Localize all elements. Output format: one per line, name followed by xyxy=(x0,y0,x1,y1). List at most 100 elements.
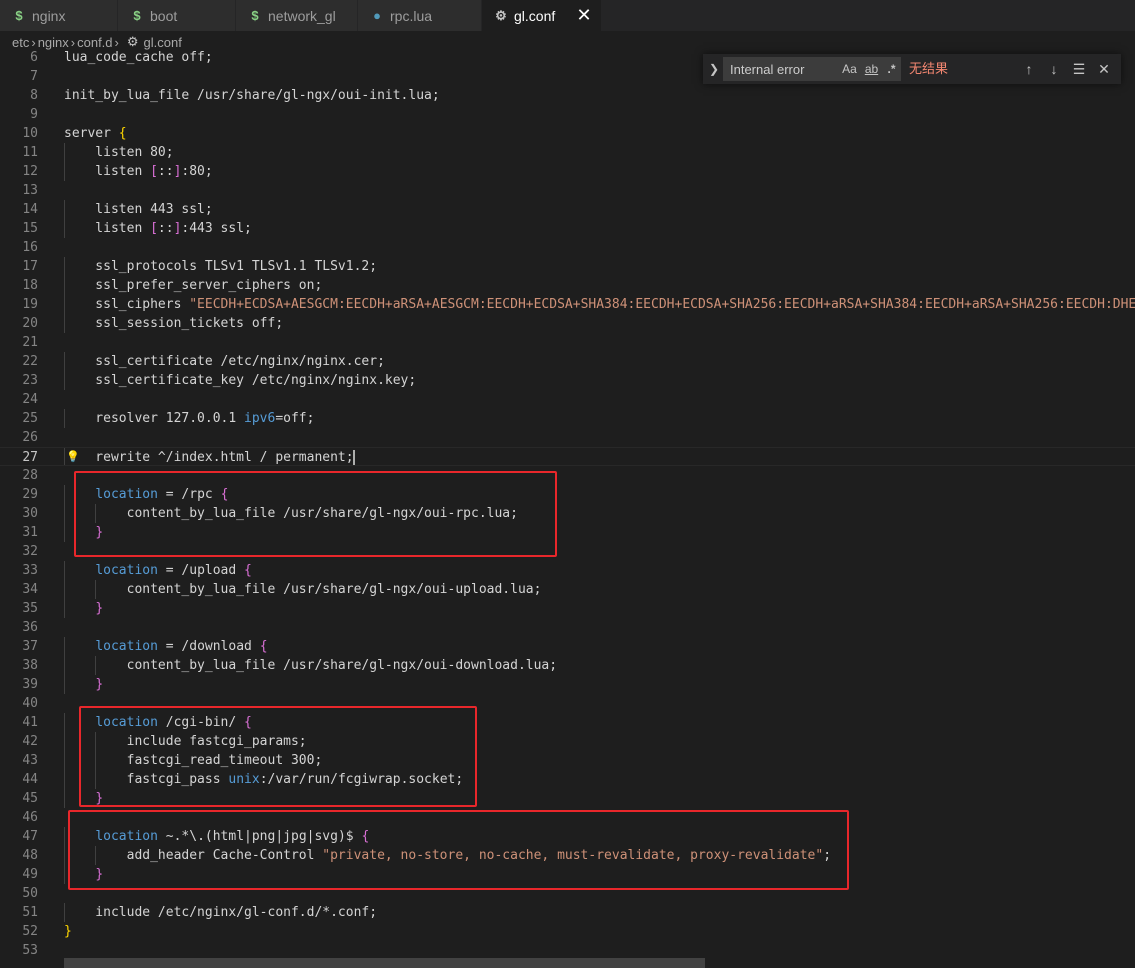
code-line[interactable]: 23 ssl_certificate_key /etc/nginx/nginx.… xyxy=(0,371,1135,390)
line-number: 14 xyxy=(22,202,38,217)
line-number: 24 xyxy=(22,392,38,407)
code-line[interactable]: 25 resolver 127.0.0.1 ipv6=off; xyxy=(0,409,1135,428)
tab-gl-conf[interactable]: ⚙ gl.conf ✕ xyxy=(482,0,602,31)
code-text: location = /upload { xyxy=(95,563,252,578)
chevron-right-icon[interactable]: ❯ xyxy=(708,60,720,78)
code-text: content_by_lua_file /usr/share/gl-ngx/ou… xyxy=(64,582,542,597)
line-number: 12 xyxy=(22,164,38,179)
tab-boot[interactable]: $ boot xyxy=(118,0,236,31)
code-line[interactable]: 38 content_by_lua_file /usr/share/gl-ngx… xyxy=(0,656,1135,675)
lua-icon: ● xyxy=(373,8,381,23)
code-text: ssl_prefer_server_ciphers on; xyxy=(64,278,323,293)
code-text: server { xyxy=(64,126,127,141)
lightbulb-icon[interactable]: 💡 xyxy=(66,448,80,467)
code-line[interactable]: 22 ssl_certificate /etc/nginx/nginx.cer; xyxy=(0,352,1135,371)
line-number: 20 xyxy=(22,316,38,331)
code-text: content_by_lua_file /usr/share/gl-ngx/ou… xyxy=(64,658,558,673)
line-number: 42 xyxy=(22,734,38,749)
highlight-box-cache-control xyxy=(68,810,849,890)
code-line[interactable]: 21 xyxy=(0,333,1135,352)
code-line[interactable]: 52} xyxy=(0,922,1135,941)
line-number: 32 xyxy=(22,544,38,559)
line-number: 43 xyxy=(22,753,38,768)
code-line[interactable]: 37 location = /download { xyxy=(0,637,1135,656)
text-cursor xyxy=(353,450,356,465)
line-number: 11 xyxy=(22,145,38,160)
tab-label: gl.conf xyxy=(514,7,556,24)
code-line[interactable]: 26 xyxy=(0,428,1135,447)
line-number: 7 xyxy=(30,69,38,84)
line-number: 40 xyxy=(22,696,38,711)
code-text: } xyxy=(95,677,104,692)
code-line[interactable]: 14 listen 443 ssl; xyxy=(0,200,1135,219)
line-number: 46 xyxy=(22,810,38,825)
line-number: 53 xyxy=(22,943,38,958)
find-in-selection-icon[interactable]: ☰ xyxy=(1070,59,1088,79)
line-number: 44 xyxy=(22,772,38,787)
line-number: 13 xyxy=(22,183,38,198)
arrow-down-icon[interactable]: ↓ xyxy=(1045,59,1063,79)
tab-label: boot xyxy=(150,7,178,24)
line-number: 21 xyxy=(22,335,38,350)
close-icon[interactable]: ✕ xyxy=(1095,59,1113,79)
code-line[interactable]: 12 listen [::]:80; xyxy=(0,162,1135,181)
whole-word-icon[interactable]: ab xyxy=(863,61,880,77)
code-text: listen [::]:80; xyxy=(64,164,213,179)
line-number: 28 xyxy=(22,468,38,483)
code-line[interactable]: 10 server { xyxy=(0,124,1135,143)
code-line[interactable]: 39 } xyxy=(0,675,1135,694)
code-line[interactable]: 13 xyxy=(0,181,1135,200)
regex-icon[interactable]: .* xyxy=(885,61,898,77)
code-text: location = /download { xyxy=(95,639,268,654)
line-number: 52 xyxy=(22,924,38,939)
line-number: 8 xyxy=(30,88,38,103)
code-text: ssl_ciphers "EECDH+ECDSA+AESGCM:EECDH+aR… xyxy=(64,297,1135,312)
line-number: 22 xyxy=(22,354,38,369)
code-line[interactable]: 15 listen [::]:443 ssl; xyxy=(0,219,1135,238)
code-text: } xyxy=(95,601,104,616)
code-text: lua_code_cache off; xyxy=(64,50,213,65)
code-line[interactable]: 20 ssl_session_tickets off; xyxy=(0,314,1135,333)
find-input[interactable] xyxy=(730,57,838,81)
tab-bar: $ nginx $ boot $ network_gl ● rpc.lua ⚙ … xyxy=(0,0,1135,31)
line-number: 15 xyxy=(22,221,38,236)
code-line[interactable]: 24 xyxy=(0,390,1135,409)
tab-rpc-lua[interactable]: ● rpc.lua xyxy=(358,0,482,31)
line-number: 30 xyxy=(22,506,38,521)
code-line[interactable]: 17 ssl_protocols TLSv1 TLSv1.1 TLSv1.2; xyxy=(0,257,1135,276)
code-line[interactable]: 9 xyxy=(0,105,1135,124)
line-number: 51 xyxy=(22,905,38,920)
find-widget: ❯ Aa ab .* 无结果 ↑ ↓ ☰ ✕ xyxy=(703,54,1121,84)
line-number: 37 xyxy=(22,639,38,654)
code-line[interactable]: 33 location = /upload { xyxy=(0,561,1135,580)
dollar-icon: $ xyxy=(15,8,23,23)
tab-nginx[interactable]: $ nginx xyxy=(0,0,118,31)
code-text: ssl_session_tickets off; xyxy=(64,316,284,331)
line-number: 50 xyxy=(22,886,38,901)
code-text: rewrite ^/index.html / permanent; xyxy=(64,450,354,465)
find-field: Aa ab .* xyxy=(723,57,901,81)
code-line[interactable]: 19 ssl_ciphers "EECDH+ECDSA+AESGCM:EECDH… xyxy=(0,295,1135,314)
code-line[interactable]: 51 include /etc/nginx/gl-conf.d/*.conf; xyxy=(0,903,1135,922)
code-line[interactable]: 18 ssl_prefer_server_ciphers on; xyxy=(0,276,1135,295)
tab-label: network_gl xyxy=(268,7,336,24)
code-line[interactable]: 27 rewrite ^/index.html / permanent; 💡 xyxy=(0,447,1135,466)
line-number: 34 xyxy=(22,582,38,597)
dollar-icon: $ xyxy=(133,8,141,23)
horizontal-scrollbar[interactable] xyxy=(64,958,705,968)
line-number: 17 xyxy=(22,259,38,274)
code-text: listen 443 ssl; xyxy=(64,202,213,217)
close-icon[interactable]: ✕ xyxy=(575,5,593,25)
code-line[interactable]: 11 listen 80; xyxy=(0,143,1135,162)
match-case-icon[interactable]: Aa xyxy=(841,61,858,77)
code-line[interactable]: 36 xyxy=(0,618,1135,637)
tab-label: nginx xyxy=(32,7,66,24)
arrow-up-icon[interactable]: ↑ xyxy=(1020,59,1038,79)
tab-network-gl[interactable]: $ network_gl xyxy=(236,0,358,31)
line-number: 23 xyxy=(22,373,38,388)
code-line[interactable]: 35 } xyxy=(0,599,1135,618)
line-number: 36 xyxy=(22,620,38,635)
code-line[interactable]: 8 init_by_lua_file /usr/share/gl-ngx/oui-… xyxy=(0,86,1135,105)
code-line[interactable]: 16 xyxy=(0,238,1135,257)
code-line[interactable]: 34 content_by_lua_file /usr/share/gl-ngx… xyxy=(0,580,1135,599)
